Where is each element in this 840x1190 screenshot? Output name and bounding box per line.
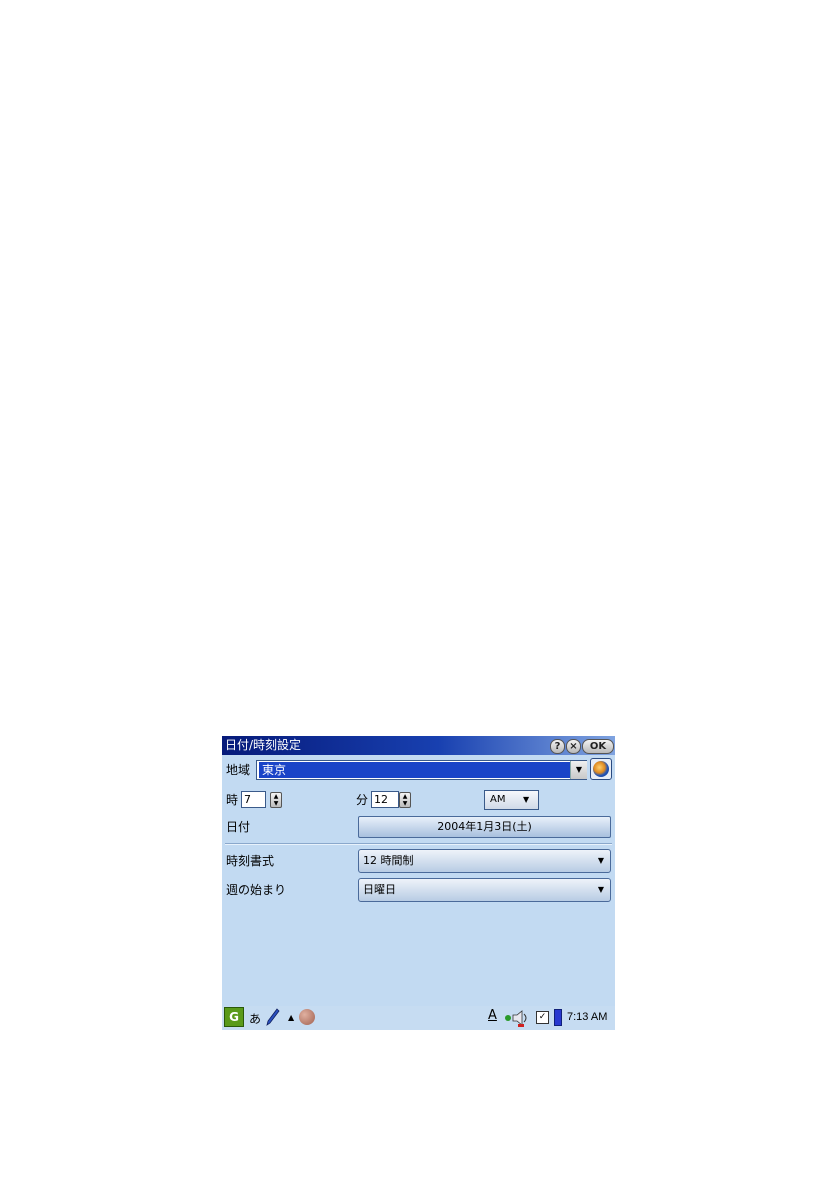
divider — [225, 843, 612, 845]
ball-icon[interactable] — [299, 1009, 315, 1025]
ok-button[interactable]: OK — [582, 739, 614, 754]
chevron-down-icon: ▼ — [523, 795, 530, 804]
minute-input[interactable]: 12 — [371, 791, 399, 808]
hour-label: 時 — [226, 793, 239, 807]
minute-label: 分 — [356, 793, 369, 807]
time-format-label: 時刻書式 — [226, 854, 275, 868]
battery-icon[interactable] — [554, 1009, 562, 1026]
region-select[interactable]: 東京 ▼ — [256, 760, 587, 780]
chevron-down-icon: ▼ — [597, 885, 604, 894]
hour-input[interactable]: 7 — [241, 791, 266, 808]
week-start-value: 日曜日 — [363, 883, 396, 896]
minute-stepper[interactable]: ▲ ▼ — [399, 792, 411, 808]
taskbar: G あ ▲ A ✓ 7:13 AM — [222, 1006, 615, 1030]
week-start-select[interactable]: 日曜日 ▼ — [358, 878, 611, 902]
speaker-icon[interactable] — [504, 1009, 532, 1030]
week-start-label: 週の始まり — [226, 883, 287, 897]
time-format-value: 12 時間制 — [363, 854, 414, 867]
caret-up-icon[interactable]: ▲ — [288, 1013, 294, 1022]
pen-icon[interactable] — [266, 1008, 280, 1030]
start-menu-icon[interactable]: G — [224, 1007, 244, 1027]
ampm-value: AM — [490, 794, 506, 805]
region-value: 東京 — [259, 762, 572, 778]
date-button[interactable]: 2004年1月3日(土) — [358, 816, 611, 838]
region-label: 地域 — [226, 763, 251, 777]
clock[interactable]: 7:13 AM — [567, 1011, 607, 1023]
date-label: 日付 — [226, 820, 251, 834]
chevron-down-icon: ▼ — [597, 856, 604, 865]
input-mode-indicator[interactable]: あ — [249, 1010, 261, 1027]
date-time-settings-window: 日付/時刻設定 ? × OK 地域 東京 ▼ 時 7 ▲ ▼ 分 12 ▲ ▼ AM… — [222, 736, 615, 1030]
help-button[interactable]: ? — [550, 739, 565, 754]
close-button[interactable]: × — [566, 739, 581, 754]
checkbox-icon[interactable]: ✓ — [536, 1011, 549, 1024]
ampm-select[interactable]: AM ▼ — [484, 790, 539, 810]
globe-icon — [593, 761, 609, 777]
world-map-button[interactable] — [590, 758, 612, 780]
hour-stepper[interactable]: ▲ ▼ — [270, 792, 282, 808]
time-format-select[interactable]: 12 時間制 ▼ — [358, 849, 611, 873]
window-title: 日付/時刻設定 — [225, 738, 302, 752]
chevron-down-icon[interactable]: ▼ — [570, 761, 587, 779]
title-bar: 日付/時刻設定 ? × OK — [222, 736, 615, 755]
text-size-icon[interactable]: A — [488, 1008, 497, 1023]
